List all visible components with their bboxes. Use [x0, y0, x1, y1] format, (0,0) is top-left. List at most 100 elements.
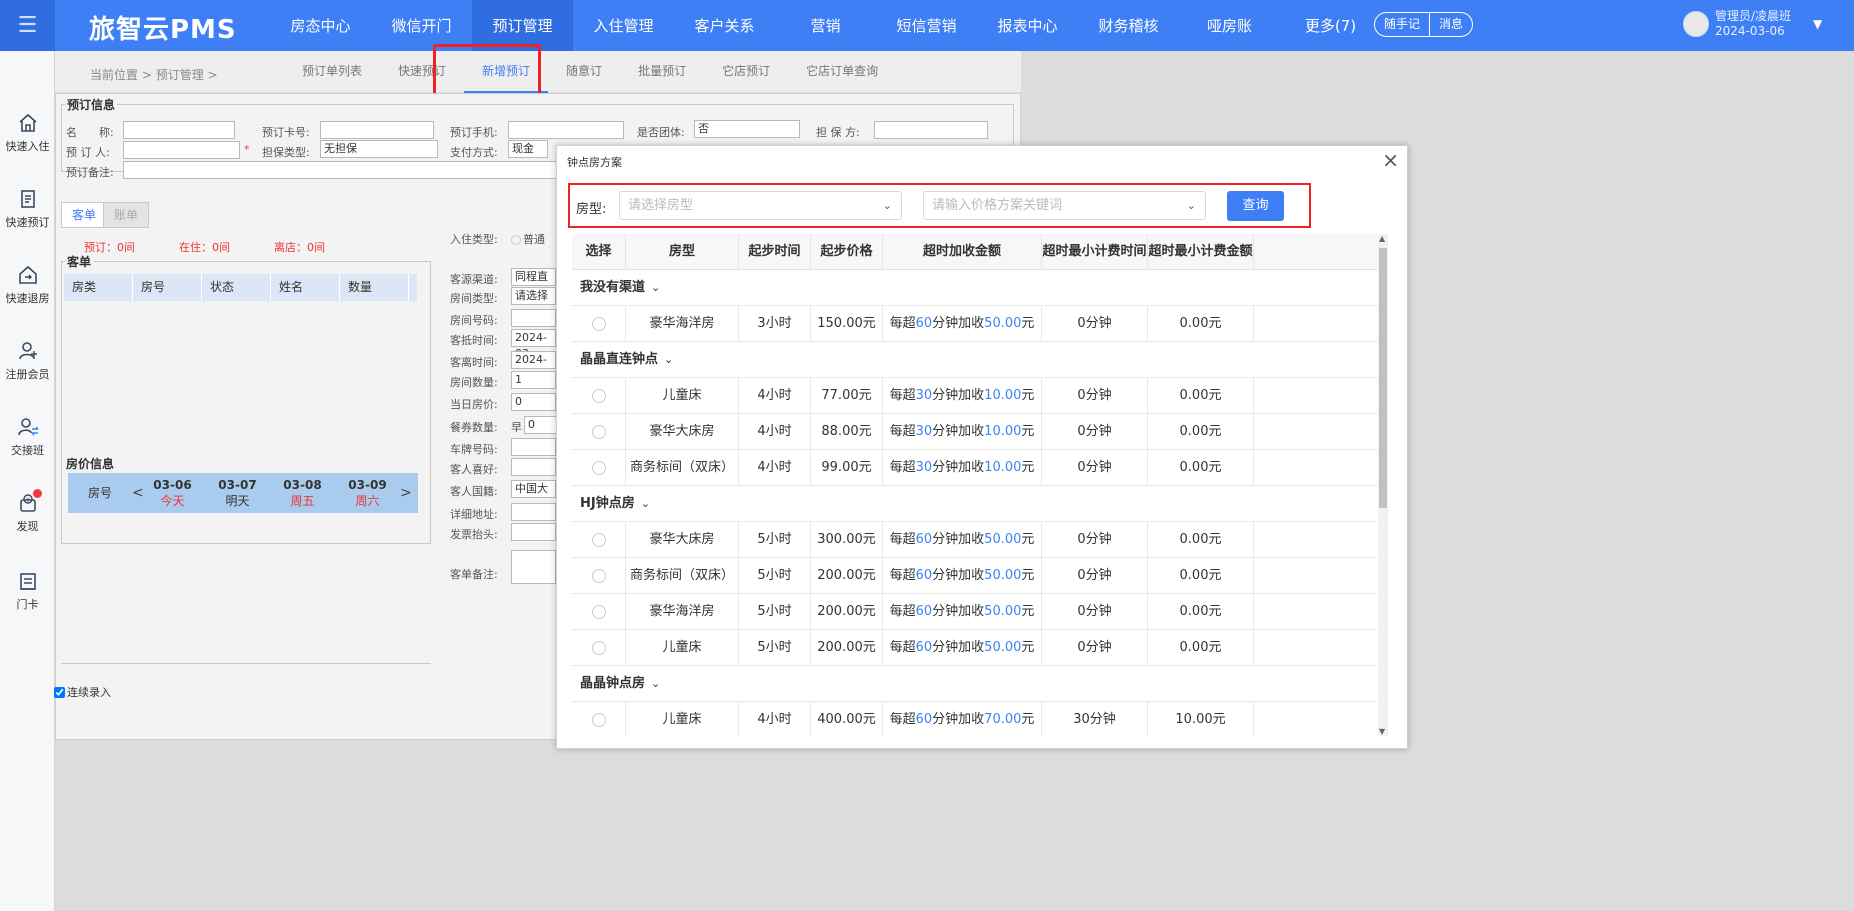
query-button[interactable]: 查询	[1227, 191, 1284, 221]
nav-item-8[interactable]: 财务稽核	[1078, 0, 1179, 51]
notes-button[interactable]: 随手记	[1375, 13, 1431, 36]
sidebar-item-user-add[interactable]: 注册会员	[0, 339, 55, 382]
order-field-input[interactable]	[511, 503, 556, 521]
continuous-entry[interactable]: 连续录入	[54, 684, 111, 700]
tab-order[interactable]: 客单	[61, 202, 108, 228]
checkin-type-normal[interactable]: 普通	[511, 231, 545, 247]
date-cell[interactable]: 03-08 周五	[270, 477, 335, 509]
prev-date-icon[interactable]: <	[132, 485, 144, 501]
sidebar-item-card[interactable]: 门卡	[0, 569, 55, 612]
order-field-room_type[interactable]: 请选择	[511, 287, 556, 305]
table-row[interactable]: 豪华海洋房 3小时 150.00元 每超60分钟加收50.00元 0分钟 0.00元	[572, 306, 1377, 342]
keyword-select[interactable]: 请输入价格方案关键词 ⌄	[923, 191, 1206, 220]
select-cell[interactable]	[572, 378, 626, 413]
row-radio[interactable]	[591, 712, 606, 727]
table-row[interactable]: 儿童床 5小时 200.00元 每超60分钟加收50.00元 0分钟 0.00元	[572, 630, 1377, 666]
select-cell[interactable]	[572, 522, 626, 557]
order-field-channel[interactable]: 同程直	[511, 268, 556, 286]
sidebar-item-checkout[interactable]: 快速退房	[0, 263, 55, 306]
chevron-down-icon[interactable]: ▼	[1813, 17, 1822, 31]
order-field-price[interactable]: 0	[511, 393, 556, 411]
select-cell[interactable]	[572, 306, 626, 341]
breadcrumb-page[interactable]: 预订管理	[156, 68, 204, 82]
order-field-input[interactable]	[511, 523, 556, 541]
scroll-thumb[interactable]	[1379, 248, 1387, 508]
tab-6[interactable]: 它店订单查询	[788, 51, 896, 93]
table-row[interactable]: 豪华大床房 4小时 88.00元 每超30分钟加收10.00元 0分钟 0.00元	[572, 414, 1377, 450]
table-scrollbar[interactable]: ▲ ▼	[1378, 234, 1388, 736]
sidebar-item-home[interactable]: 快速入住	[0, 111, 55, 154]
order-field-rooms[interactable]: 1	[511, 371, 556, 389]
card-input[interactable]	[320, 121, 434, 139]
nav-item-9[interactable]: 哑房账	[1179, 0, 1280, 51]
table-row[interactable]: 豪华海洋房 5小时 200.00元 每超60分钟加收50.00元 0分钟 0.00元	[572, 594, 1377, 630]
select-cell[interactable]	[572, 702, 626, 736]
nav-item-6[interactable]: 短信营销	[876, 0, 977, 51]
order-field-input[interactable]	[511, 458, 556, 476]
date-cell[interactable]: 03-06 今天	[140, 477, 205, 509]
group-select[interactable]: 否	[694, 120, 800, 138]
menu-icon[interactable]: ☰	[0, 0, 55, 51]
messages-button[interactable]: 消息	[1430, 13, 1472, 36]
continuous-checkbox[interactable]	[54, 686, 65, 698]
nav-item-0[interactable]: 房态中心	[270, 0, 371, 51]
order-remark-input[interactable]	[511, 550, 556, 584]
meal-select[interactable]: 0	[524, 416, 558, 434]
row-radio[interactable]	[591, 640, 606, 655]
row-radio[interactable]	[591, 460, 606, 475]
tab-3[interactable]: 随意订	[548, 51, 620, 93]
select-cell[interactable]	[572, 630, 626, 665]
order-field-nationality[interactable]: 中国大	[511, 480, 556, 498]
plan-group[interactable]: HJ钟点房 ⌄	[572, 486, 1377, 522]
row-radio[interactable]	[591, 532, 606, 547]
close-icon[interactable]: ×	[1382, 148, 1399, 172]
tab-4[interactable]: 批量预订	[620, 51, 704, 93]
tab-bill[interactable]: 账单	[103, 202, 150, 228]
tab-5[interactable]: 它店预订	[704, 51, 788, 93]
select-cell[interactable]	[572, 414, 626, 449]
phone-input[interactable]	[508, 121, 624, 139]
order-field-input[interactable]	[511, 438, 556, 456]
room-type-select[interactable]: 请选择房型 ⌄	[619, 191, 902, 220]
table-row[interactable]: 豪华大床房 5小时 300.00元 每超60分钟加收50.00元 0分钟 0.00元	[572, 522, 1377, 558]
radio[interactable]	[511, 235, 521, 245]
plan-group[interactable]: 我没有渠道 ⌄	[572, 270, 1377, 306]
order-field-leave[interactable]: 2024-03	[511, 351, 556, 382]
row-radio[interactable]	[591, 424, 606, 439]
table-row[interactable]: 商务标间（双床） 4小时 99.00元 每超30分钟加收10.00元 0分钟 0.00元	[572, 450, 1377, 486]
plan-group[interactable]: 晶晶钟点房 ⌄	[572, 666, 1377, 702]
plan-group[interactable]: 晶晶直连钟点 ⌄	[572, 342, 1377, 378]
nav-item-4[interactable]: 客户关系	[674, 0, 775, 51]
table-row[interactable]: 儿童床 4小时 77.00元 每超30分钟加收10.00元 0分钟 0.00元	[572, 378, 1377, 414]
name-input[interactable]	[123, 121, 235, 139]
nav-item-10[interactable]: 更多(7)	[1280, 0, 1381, 51]
order-field-input[interactable]	[511, 309, 556, 327]
select-cell[interactable]	[572, 594, 626, 629]
date-cell[interactable]: 03-07 明天	[205, 477, 270, 509]
guarantee-type-select[interactable]: 无担保	[320, 140, 438, 158]
table-row[interactable]: 儿童床 4小时 400.00元 每超60分钟加收70.00元 30分钟 10.00元	[572, 702, 1377, 736]
select-cell[interactable]	[572, 558, 626, 593]
scroll-up-icon[interactable]: ▲	[1379, 234, 1385, 243]
table-row[interactable]: 商务标间（双床） 5小时 200.00元 每超60分钟加收50.00元 0分钟 0.00元	[572, 558, 1377, 594]
tab-0[interactable]: 预订单列表	[284, 51, 380, 93]
guarantor-input[interactable]	[874, 121, 988, 139]
sidebar-item-booking[interactable]: 快速预订	[0, 187, 55, 230]
row-radio[interactable]	[591, 604, 606, 619]
user-menu[interactable]: 管理员/凌晨班 2024-03-06 ▼	[1683, 9, 1822, 39]
booker-input[interactable]	[123, 141, 240, 159]
row-radio[interactable]	[591, 568, 606, 583]
remark-input[interactable]	[123, 161, 563, 179]
sidebar-item-discover[interactable]: ¥ 发现	[0, 489, 55, 534]
row-radio[interactable]	[591, 388, 606, 403]
row-radio[interactable]	[591, 316, 606, 331]
nav-item-3[interactable]: 入住管理	[573, 0, 674, 51]
nav-item-7[interactable]: 报表中心	[977, 0, 1078, 51]
scroll-down-icon[interactable]: ▼	[1379, 727, 1385, 736]
order-field-arrive[interactable]: 2024-03	[511, 329, 556, 360]
pay-select[interactable]: 现金	[508, 140, 548, 158]
nav-item-5[interactable]: 营销	[775, 0, 876, 51]
date-cell[interactable]: 03-09 周六	[335, 477, 400, 509]
select-cell[interactable]	[572, 450, 626, 485]
sidebar-item-shift[interactable]: 交接班	[0, 415, 55, 458]
